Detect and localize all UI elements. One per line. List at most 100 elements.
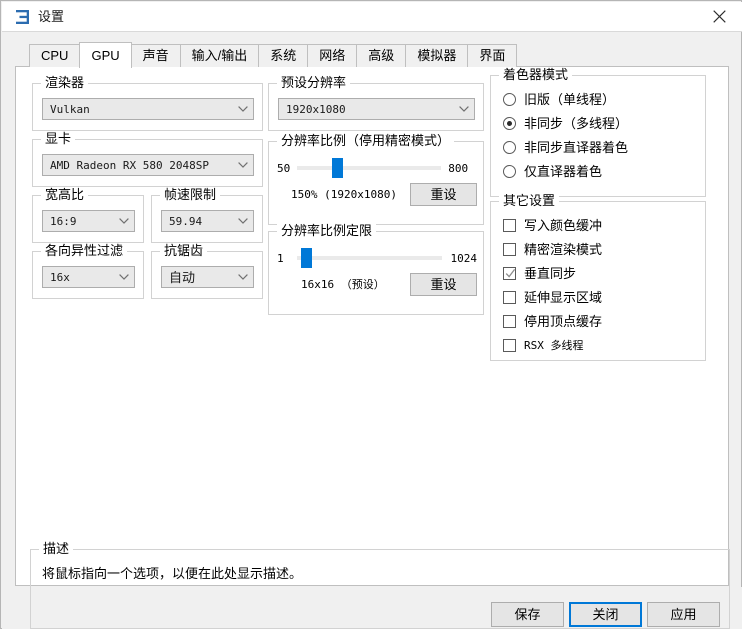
threshold-slider-row: 1 1024 xyxy=(277,246,477,270)
tab-label: 界面 xyxy=(479,48,506,63)
radio-interpreter-only-shader[interactable]: 仅直译器着色 xyxy=(503,164,602,179)
window-title: 设置 xyxy=(38,9,65,24)
chevron-down-icon xyxy=(454,106,474,112)
tab-gui[interactable]: 界面 xyxy=(467,44,518,67)
resolution-scale-min: 50 xyxy=(277,161,291,175)
checkbox-disable-vertex-cache[interactable]: 停用顶点缓存 xyxy=(503,314,602,329)
close-icon[interactable] xyxy=(696,2,742,31)
tab-advanced[interactable]: 高级 xyxy=(356,44,407,67)
resolution-scale-max: 800 xyxy=(448,161,469,175)
tab-io[interactable]: 输入/输出 xyxy=(179,44,260,67)
radio-legacy-single-thread[interactable]: 旧版（单线程） xyxy=(503,92,615,107)
graphics-device-group: 显卡 AMD Radeon RX 580 2048SP xyxy=(32,131,263,187)
gpu-tab-page: 渲染器 Vulkan 显卡 AMD Radeon RX 580 2048SP 宽… xyxy=(15,66,730,629)
framelimit-combo[interactable]: 59.94 xyxy=(161,210,254,232)
radio-async-interpreter-shader[interactable]: 非同步直译器着色 xyxy=(503,140,628,155)
radio-label: 非同步直译器着色 xyxy=(524,140,629,155)
checkbox-label: 延伸显示区域 xyxy=(524,290,603,305)
graphics-device-value: AMD Radeon RX 580 2048SP xyxy=(50,158,209,172)
tab-label: 模拟器 xyxy=(417,48,457,63)
checkbox-icon-checked xyxy=(503,267,516,280)
tab-label: 系统 xyxy=(270,48,297,63)
chevron-down-icon xyxy=(114,218,134,224)
checkbox-icon xyxy=(503,219,516,232)
tab-label: GPU xyxy=(91,47,120,63)
anisotropic-filter-legend: 各向异性过滤 xyxy=(41,243,128,258)
renderer-combo[interactable]: Vulkan xyxy=(42,98,254,120)
renderer-value: Vulkan xyxy=(50,102,90,116)
aspect-ratio-group: 宽高比 16:9 xyxy=(32,187,144,243)
threshold-caption: 16x16 （预设） xyxy=(301,278,385,291)
framelimit-group: 帧速限制 59.94 xyxy=(151,187,263,243)
threshold-reset-button[interactable]: 重设 xyxy=(410,273,477,296)
antialiasing-group: 抗锯齿 自动 xyxy=(151,243,263,299)
renderer-group: 渲染器 Vulkan xyxy=(32,75,263,131)
default-resolution-group: 预设分辨率 1920x1080 xyxy=(268,75,484,131)
antialiasing-legend: 抗锯齿 xyxy=(160,243,208,258)
framelimit-value: 59.94 xyxy=(169,214,203,228)
checkbox-icon xyxy=(503,339,516,352)
checkbox-icon xyxy=(503,315,516,328)
shader-mode-group: 着色器模式 旧版（单线程） 非同步（多线程） 非同步直译器着色 仅直译器着色 xyxy=(490,67,706,197)
graphics-device-combo[interactable]: AMD Radeon RX 580 2048SP xyxy=(42,154,254,176)
tab-network[interactable]: 网络 xyxy=(307,44,358,67)
checkbox-vsync[interactable]: 垂直同步 xyxy=(503,266,576,281)
chevron-down-icon xyxy=(114,274,134,280)
checkbox-label: 垂直同步 xyxy=(524,266,577,281)
slider-thumb[interactable] xyxy=(300,248,312,268)
threshold-max: 1024 xyxy=(450,251,478,265)
threshold-slider[interactable] xyxy=(296,246,442,270)
chevron-down-icon xyxy=(233,218,253,224)
threshold-min: 1 xyxy=(277,251,284,265)
tab-label: 网络 xyxy=(319,48,346,63)
shader-mode-legend: 着色器模式 xyxy=(499,67,573,82)
graphics-device-legend: 显卡 xyxy=(41,131,76,146)
antialiasing-combo[interactable]: 自动 xyxy=(161,266,254,288)
checkbox-multithreaded-rsx[interactable]: RSX 多线程 xyxy=(503,338,584,353)
tab-emulator[interactable]: 模拟器 xyxy=(405,44,469,67)
checkbox-stretch-to-display-area[interactable]: 延伸显示区域 xyxy=(503,290,602,305)
radio-icon-selected xyxy=(503,117,516,130)
checkbox-write-color-buffers[interactable]: 写入颜色缓冲 xyxy=(503,218,602,233)
slider-thumb[interactable] xyxy=(332,158,344,178)
framelimit-legend: 帧速限制 xyxy=(160,187,221,202)
radio-label: 非同步（多线程） xyxy=(524,116,629,131)
description-text: 将鼠标指向一个选项，以便在此处显示描述。 xyxy=(42,566,303,581)
radio-async-multi-thread[interactable]: 非同步（多线程） xyxy=(503,116,628,131)
aspect-ratio-combo[interactable]: 16:9 xyxy=(42,210,135,232)
settings-window: 设置 CPU GPU 声音 输入/输出 系统 网络 高级 模拟器 界面 渲染器 … xyxy=(0,0,742,629)
settings-icon xyxy=(16,10,31,24)
resolution-scale-slider-row: 50 800 xyxy=(277,156,477,180)
slider-track xyxy=(296,256,442,260)
resolution-scale-slider[interactable] xyxy=(297,156,442,180)
default-resolution-legend: 预设分辨率 xyxy=(277,75,351,90)
anisotropic-filter-group: 各向异性过滤 16x xyxy=(32,243,144,299)
resolution-scale-reset-button[interactable]: 重设 xyxy=(410,183,477,206)
tab-system[interactable]: 系统 xyxy=(258,44,309,67)
tab-label: 声音 xyxy=(142,48,169,63)
checkbox-label: 写入颜色缓冲 xyxy=(524,218,603,233)
button-label: 重设 xyxy=(430,186,457,202)
renderer-legend: 渲染器 xyxy=(41,75,89,90)
tab-label: 输入/输出 xyxy=(191,48,248,63)
radio-label: 旧版（单线程） xyxy=(524,92,616,107)
resolution-scale-group: 分辨率比例（停用精密模式） 50 800 150% (1920x1080) 重设 xyxy=(268,133,484,225)
tab-cpu[interactable]: CPU xyxy=(29,44,81,67)
tab-gpu[interactable]: GPU xyxy=(79,42,132,68)
checkbox-icon xyxy=(503,243,516,256)
checkbox-strict-rendering-mode[interactable]: 精密渲染模式 xyxy=(503,242,602,257)
other-settings-legend: 其它设置 xyxy=(499,193,560,208)
default-resolution-combo[interactable]: 1920x1080 xyxy=(278,98,475,120)
resolution-scale-threshold-group: 分辨率比例定限 1 1024 16x16 （预设） 重设 xyxy=(268,223,484,315)
title-bar: 设置 xyxy=(2,2,742,32)
default-resolution-value: 1920x1080 xyxy=(286,102,346,116)
tab-audio[interactable]: 声音 xyxy=(130,44,181,67)
resolution-scale-threshold-legend: 分辨率比例定限 xyxy=(277,223,377,238)
tab-label: 高级 xyxy=(368,48,395,63)
chevron-down-icon xyxy=(233,106,253,112)
tab-bar: CPU GPU 声音 输入/输出 系统 网络 高级 模拟器 界面 xyxy=(29,42,518,68)
anisotropic-filter-combo[interactable]: 16x xyxy=(42,266,135,288)
chevron-down-icon xyxy=(233,162,253,168)
other-settings-group: 其它设置 写入颜色缓冲 精密渲染模式 垂直同步 延伸显示区域 停用顶点缓存 RS… xyxy=(490,193,706,361)
slider-track xyxy=(297,166,442,170)
